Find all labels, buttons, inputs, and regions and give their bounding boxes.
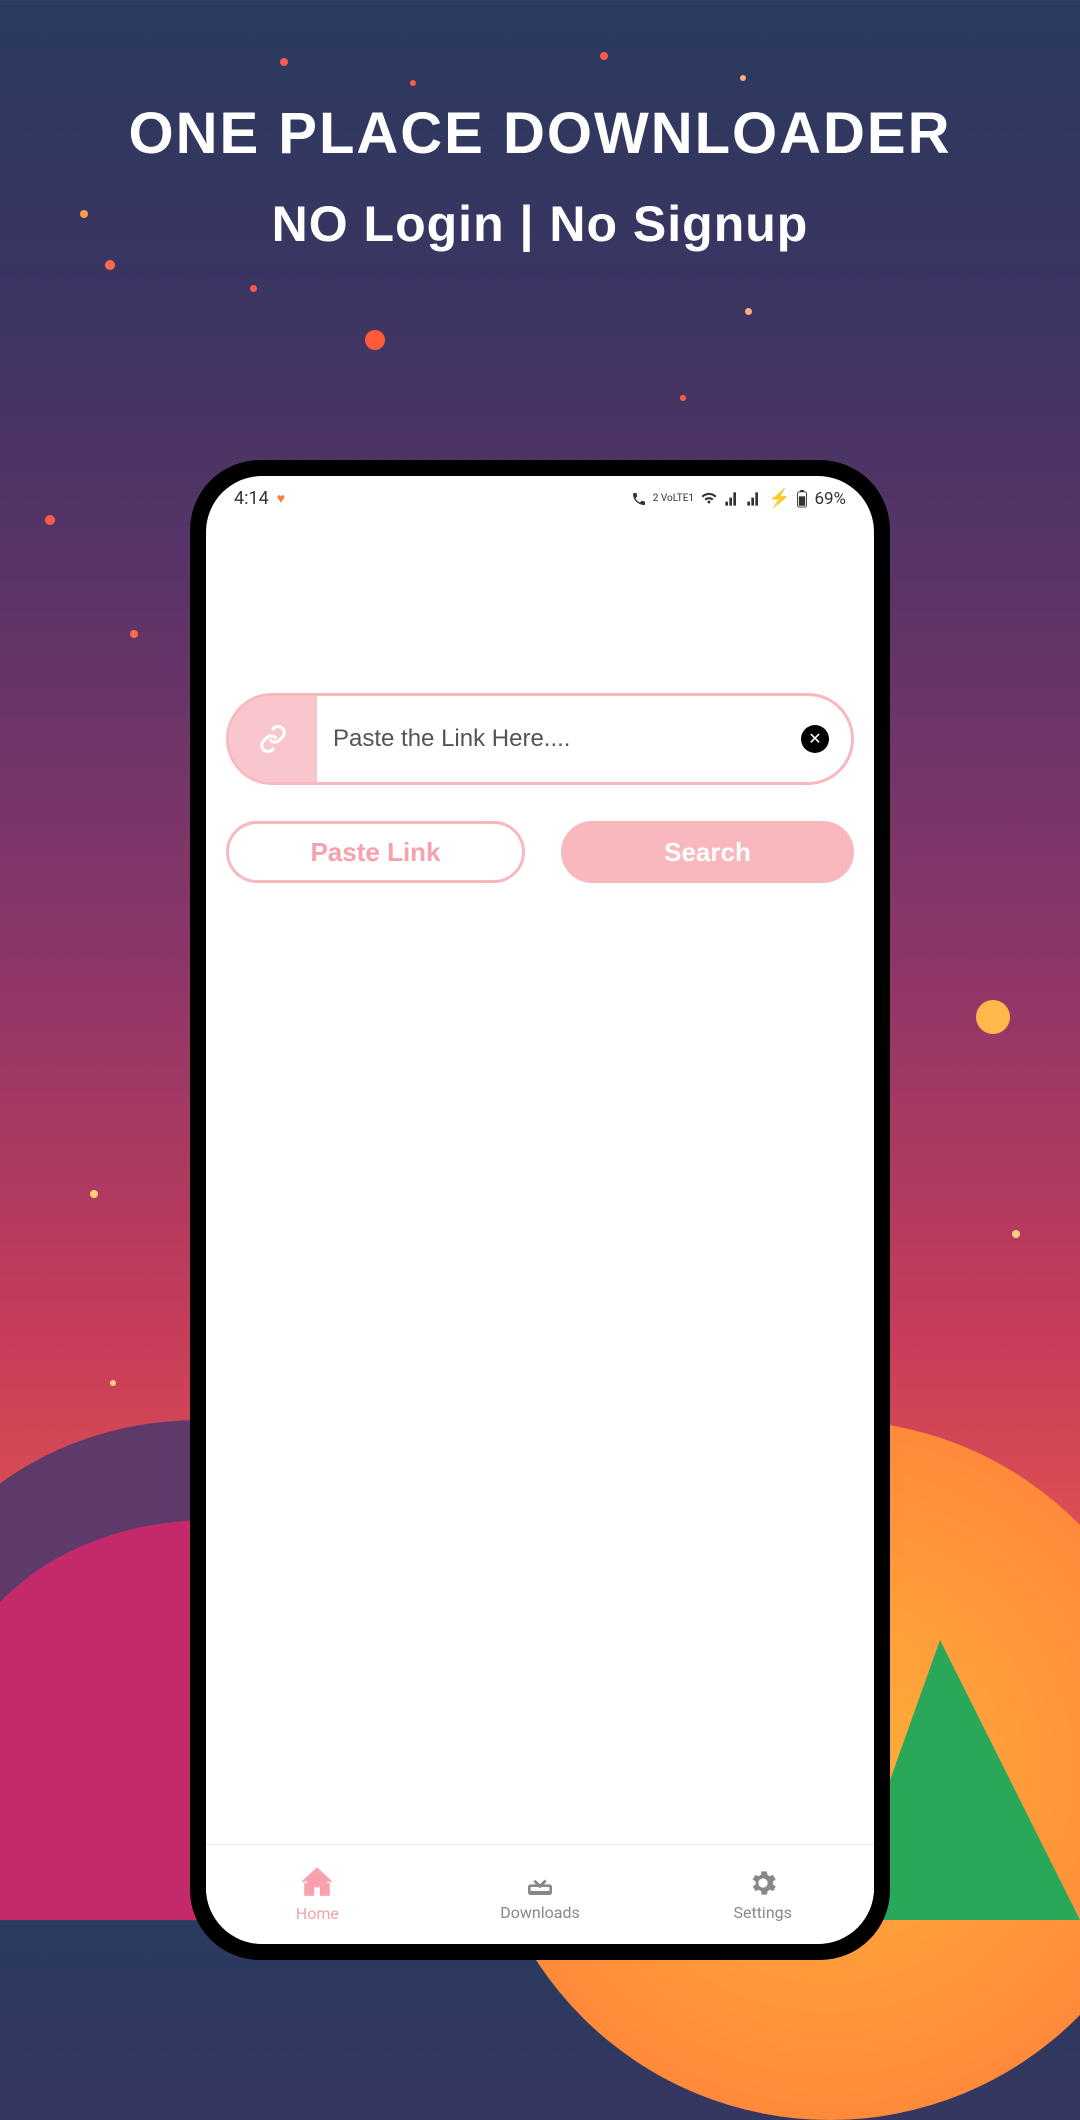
bg-dot (680, 395, 686, 401)
bg-dot (45, 515, 55, 525)
battery-icon (796, 490, 808, 508)
search-button[interactable]: Search (561, 821, 854, 883)
bg-dot (976, 1000, 1010, 1034)
status-left: 4:14 ♥ (234, 488, 285, 509)
promo-heading: ONE PLACE DOWNLOADER NO Login | No Signu… (0, 100, 1080, 253)
paste-link-button[interactable]: Paste Link (226, 821, 525, 883)
phone-call-icon (631, 491, 647, 507)
bg-dot (740, 75, 746, 81)
bg-dot (105, 260, 115, 270)
heart-icon: ♥ (277, 490, 285, 507)
action-button-row: Paste Link Search (226, 821, 854, 883)
bg-dot (130, 630, 138, 638)
bg-dot (365, 330, 385, 350)
bg-dot (110, 1380, 116, 1386)
nav-settings-label: Settings (733, 1903, 791, 1922)
link-icon (229, 696, 317, 782)
bg-dot (410, 80, 416, 86)
battery-percentage: 69% (814, 489, 846, 509)
status-bar: 4:14 ♥ 2 VoLTE1 ⚡ (206, 476, 874, 513)
signal-icon (724, 491, 740, 507)
nav-home-label: Home (296, 1904, 339, 1923)
phone-screen: 4:14 ♥ 2 VoLTE1 ⚡ (206, 476, 874, 1944)
link-input-row: ✕ (226, 693, 854, 785)
nav-downloads[interactable]: Downloads (429, 1845, 652, 1944)
bg-dot (1012, 1230, 1020, 1238)
bg-dot (745, 308, 752, 315)
home-icon (300, 1866, 334, 1900)
main-content: ✕ Paste Link Search (206, 513, 874, 883)
nav-downloads-label: Downloads (500, 1903, 579, 1922)
download-icon (524, 1867, 556, 1899)
promo-subtitle: NO Login | No Signup (0, 195, 1080, 253)
status-right: 2 VoLTE1 ⚡ 69% (631, 488, 846, 509)
nav-settings[interactable]: Settings (651, 1845, 874, 1944)
close-icon: ✕ (808, 729, 821, 749)
promo-title: ONE PLACE DOWNLOADER (0, 100, 1080, 167)
wifi-icon (700, 490, 718, 508)
clear-button[interactable]: ✕ (801, 725, 829, 753)
status-time: 4:14 (234, 488, 269, 509)
bg-dot (90, 1190, 98, 1198)
bg-dot (280, 58, 288, 66)
bg-dot (600, 52, 608, 60)
phone-frame: 4:14 ♥ 2 VoLTE1 ⚡ (190, 460, 890, 1960)
settings-icon (747, 1867, 779, 1899)
lte-label: 2 VoLTE1 (653, 494, 694, 504)
lightning-icon: ⚡ (768, 488, 790, 509)
bg-dot (250, 285, 257, 292)
nav-home[interactable]: Home (206, 1845, 429, 1944)
signal-icon (746, 491, 762, 507)
link-input[interactable] (317, 696, 801, 782)
bottom-nav: Home Downloads Settings (206, 1844, 874, 1944)
